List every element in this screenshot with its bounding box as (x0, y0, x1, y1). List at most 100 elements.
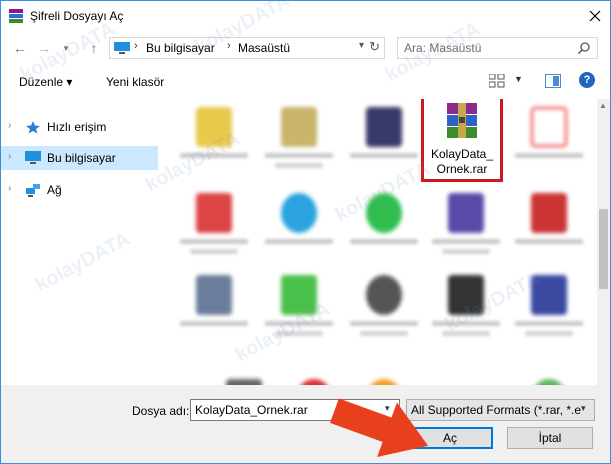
file-caption (515, 153, 583, 158)
file-caption (180, 153, 248, 158)
computer-icon (25, 151, 41, 164)
file-item[interactable] (174, 101, 254, 191)
new-folder-button[interactable]: Yeni klasör (106, 75, 164, 89)
nav-label: Ağ (47, 183, 62, 197)
open-file-dialog: Şifreli Dosyayı Aç ← → ▾ ↑ › Bu bilgisay… (0, 0, 611, 464)
file-caption (180, 321, 248, 326)
file-caption (180, 239, 248, 244)
dialog-footer: Dosya adı: ▾ All Supported Formats (*.ra… (1, 385, 610, 463)
file-caption (515, 239, 583, 244)
file-thumbnail (366, 193, 402, 233)
cancel-button[interactable]: İptal (507, 427, 593, 449)
file-thumbnail (281, 275, 317, 315)
filetype-select[interactable]: All Supported Formats (*.rar, *.e (406, 399, 595, 421)
breadcrumb-separator: › (134, 40, 138, 52)
file-caption (275, 331, 323, 336)
nav-item-quick-access[interactable]: › Hızlı erişim (1, 115, 158, 139)
file-caption (442, 331, 490, 336)
recent-dropdown-icon[interactable]: ▾ (57, 39, 75, 57)
close-icon[interactable] (588, 9, 602, 23)
forward-arrow-icon[interactable]: → (35, 39, 53, 57)
file-caption (442, 249, 490, 254)
file-item[interactable] (259, 101, 339, 191)
command-bar: Düzenle ▾ Yeni klasör ▼ ? (1, 65, 610, 99)
file-item[interactable] (259, 187, 339, 277)
expand-chevron-icon[interactable]: › (8, 183, 11, 194)
vertical-scrollbar[interactable]: ▲ (597, 99, 610, 385)
file-item[interactable] (174, 187, 254, 277)
file-item[interactable] (259, 269, 339, 359)
winrar-archive-icon (447, 103, 477, 138)
file-item[interactable] (274, 373, 354, 385)
file-item[interactable] (344, 187, 424, 277)
search-box[interactable]: Ara: Masaüstü (397, 37, 598, 59)
title-bar: Şifreli Dosyayı Aç (1, 1, 610, 31)
scrollbar-thumb[interactable] (599, 209, 608, 289)
file-thumbnail (448, 275, 484, 315)
scroll-up-icon[interactable]: ▲ (599, 101, 607, 110)
file-item[interactable] (426, 269, 506, 359)
file-item[interactable] (344, 269, 424, 359)
preview-pane-icon[interactable] (545, 74, 561, 88)
file-thumbnail (281, 107, 317, 147)
breadcrumb-separator: › (227, 40, 231, 52)
network-icon (26, 184, 40, 197)
filename-label: Dosya adı: (132, 404, 190, 418)
navigation-bar: ← → ▾ ↑ › Bu bilgisayar › Masaüstü ▾ ↻ A… (1, 31, 610, 65)
view-dropdown-icon[interactable]: ▼ (514, 74, 523, 84)
filetype-dropdown-icon[interactable]: ▾ (581, 403, 586, 414)
file-item[interactable] (509, 373, 589, 385)
file-caption (525, 331, 573, 336)
file-item[interactable] (426, 187, 506, 277)
computer-icon (114, 42, 130, 54)
file-name: KolayData_ Ornek.rar (426, 147, 498, 177)
nav-item-this-pc[interactable]: › Bu bilgisayar (1, 146, 158, 170)
file-thumbnail (366, 107, 402, 147)
refresh-icon[interactable]: ↻ (369, 39, 380, 55)
address-dropdown-icon[interactable]: ▾ (359, 40, 364, 51)
nav-label: Hızlı erişim (47, 120, 107, 134)
breadcrumb-bu-bilgisayar[interactable]: Bu bilgisayar (146, 41, 215, 55)
back-arrow-icon[interactable]: ← (11, 39, 29, 57)
breadcrumb-masaustu[interactable]: Masaüstü (238, 41, 290, 55)
nav-item-network[interactable]: › Ağ (1, 178, 158, 202)
file-caption (360, 331, 408, 336)
file-item[interactable] (344, 101, 424, 191)
file-thumbnail (448, 193, 484, 233)
file-caption (350, 239, 418, 244)
file-caption (265, 153, 333, 158)
file-thumbnail (196, 193, 232, 233)
file-thumbnail (366, 275, 402, 315)
help-icon[interactable]: ? (579, 72, 595, 88)
address-bar[interactable]: › Bu bilgisayar › Masaüstü ▾ ↻ (109, 37, 385, 59)
file-caption (350, 321, 418, 326)
file-thumbnail (531, 107, 567, 147)
winrar-app-icon (9, 9, 23, 23)
up-arrow-icon[interactable]: ↑ (85, 39, 103, 57)
file-item[interactable] (509, 187, 589, 277)
file-thumbnail (281, 193, 317, 233)
file-caption (515, 321, 583, 326)
window-title: Şifreli Dosyayı Aç (30, 9, 124, 23)
file-item[interactable] (174, 269, 254, 359)
expand-chevron-icon[interactable]: › (8, 120, 11, 131)
file-item[interactable] (344, 373, 424, 385)
file-list: KolayData_ Ornek.rar (164, 99, 597, 385)
file-item-kolaydata-rar[interactable]: KolayData_ Ornek.rar (421, 99, 503, 182)
file-item[interactable] (204, 373, 284, 385)
view-options-icon[interactable] (489, 74, 505, 88)
search-placeholder: Ara: Masaüstü (404, 41, 482, 55)
organize-menu-button[interactable]: Düzenle ▾ (19, 75, 72, 89)
filename-dropdown-icon[interactable]: ▾ (385, 403, 390, 414)
filename-input[interactable] (190, 399, 400, 421)
search-icon[interactable] (577, 41, 591, 55)
nav-label: Bu bilgisayar (47, 151, 116, 165)
file-item[interactable] (509, 101, 589, 191)
file-thumbnail (531, 275, 567, 315)
open-button[interactable]: Aç (407, 427, 493, 449)
expand-chevron-icon[interactable]: › (8, 151, 11, 162)
file-caption (275, 163, 323, 168)
file-name-line: KolayData_ (430, 147, 494, 161)
file-item[interactable] (509, 269, 589, 359)
file-name-line: Ornek.rar (436, 162, 488, 176)
